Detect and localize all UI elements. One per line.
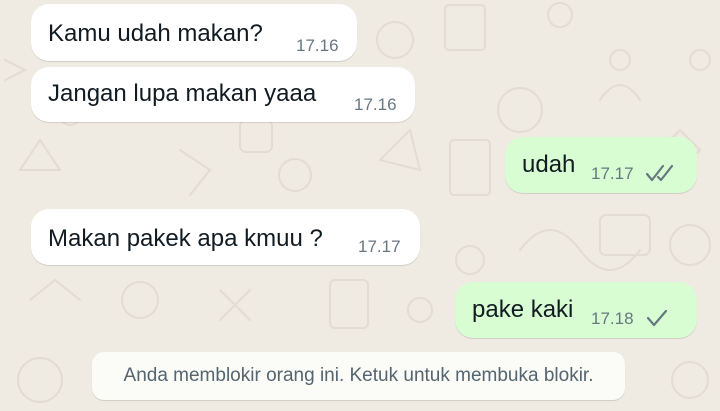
chat-wallpaper (4, 2, 711, 403)
message-bubble-incoming[interactable]: Kamu udah makan? 17.16 (31, 4, 357, 61)
message-text: Makan pakek apa kmuu ? (48, 225, 323, 252)
message-text: Kamu udah makan? (48, 20, 263, 47)
message-text: Jangan lupa makan yaaa (48, 80, 317, 107)
double-check-icon (645, 164, 674, 182)
message-time: 17.18 (591, 309, 634, 328)
message-bubble-outgoing[interactable]: udah 17.17 (505, 137, 697, 193)
message-time: 17.16 (354, 95, 397, 114)
message-text: udah (522, 151, 576, 178)
blocked-contact-notice[interactable]: Anda memblokir orang ini. Ketuk untuk me… (92, 352, 625, 400)
message-time: 17.17 (358, 237, 401, 256)
message-bubble-incoming[interactable]: Makan pakek apa kmuu ? 17.17 (31, 209, 420, 265)
single-check-icon (646, 309, 668, 327)
message-text: pake kaki (472, 296, 574, 323)
message-bubble-outgoing[interactable]: pake kaki 17.18 (455, 282, 697, 338)
message-time: 17.17 (591, 164, 634, 183)
message-time: 17.16 (296, 36, 339, 55)
message-bubble-incoming[interactable]: Jangan lupa makan yaaa 17.16 (31, 67, 415, 122)
